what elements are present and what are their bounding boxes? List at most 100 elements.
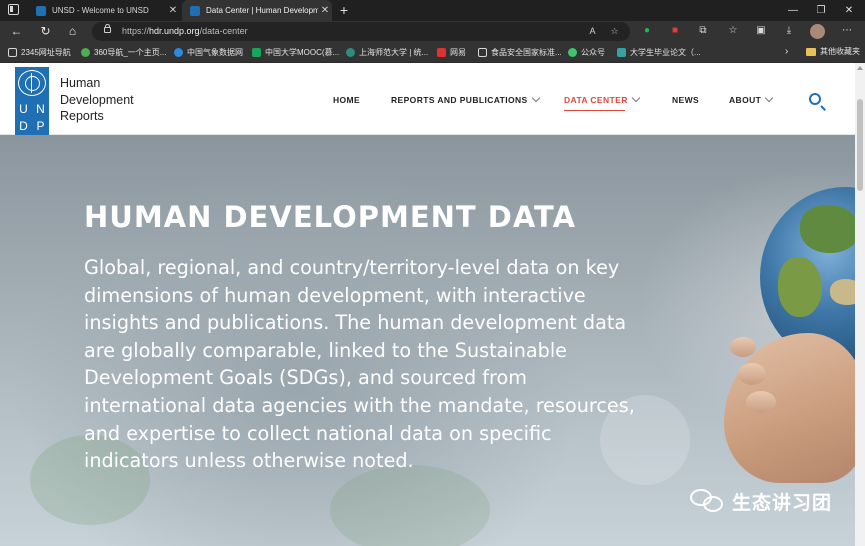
active-underline — [564, 109, 625, 111]
close-tab-icon[interactable]: ✕ — [318, 5, 332, 16]
tab-actions-icon[interactable] — [8, 4, 19, 15]
continent-shape — [778, 257, 822, 317]
chevron-down-icon — [531, 93, 540, 103]
page-icon — [478, 48, 487, 57]
continent-shape — [830, 279, 855, 305]
scroll-up-icon[interactable] — [857, 66, 863, 70]
address-bar[interactable]: https://hdr.undp.org/data-center A ☆ — [92, 22, 630, 41]
bookmark-label: 网易 — [450, 48, 466, 57]
other-bookmarks-folder[interactable]: 其他收藏夹 — [806, 46, 860, 57]
read-aloud-icon[interactable]: A — [586, 25, 599, 38]
bookmark-label: 公众号 — [581, 48, 605, 57]
scroll-thumb[interactable] — [857, 99, 863, 191]
brand-line: Reports — [60, 109, 104, 123]
url-path: /data-center — [199, 26, 248, 36]
add-favorite-icon[interactable]: ☆ — [608, 25, 621, 38]
nav-home[interactable]: HOME — [333, 95, 360, 105]
brand-line: Development — [60, 92, 134, 107]
downloads-icon[interactable]: ⤓ — [782, 24, 796, 38]
bookmark-item[interactable]: 中国气象数据网 — [174, 46, 243, 59]
bookmark-item[interactable]: 大学生毕业论文（... — [617, 46, 701, 59]
unsd-favicon-icon — [36, 5, 46, 16]
bookmark-label: 大学生毕业论文（... — [630, 48, 701, 57]
tab-title: Data Center | Human Developme — [206, 6, 318, 15]
browser-toolbar: ← ↻ ⌂ https://hdr.undp.org/data-center A… — [0, 21, 865, 42]
undp-favicon-icon — [190, 5, 200, 16]
refresh-icon[interactable]: ↻ — [37, 23, 54, 40]
bookmark-icon — [437, 48, 446, 57]
nav-label: REPORTS AND PUBLICATIONS — [391, 95, 528, 105]
home-icon[interactable]: ⌂ — [64, 23, 81, 40]
folder-icon — [806, 47, 816, 56]
url-host: hdr.undp.org — [149, 26, 200, 36]
bookmark-item[interactable]: 公众号 — [568, 46, 605, 59]
back-icon[interactable]: ← — [8, 23, 25, 40]
pdf-extension-icon[interactable]: ■ — [668, 24, 682, 38]
nav-label: DATA CENTER — [564, 95, 628, 105]
tab-data-center[interactable]: Data Center | Human Developme ✕ — [182, 0, 332, 21]
tab-title: UNSD - Welcome to UNSD — [52, 6, 149, 15]
bookmark-icon — [174, 48, 183, 57]
nav-news[interactable]: NEWS — [672, 95, 699, 105]
restore-icon[interactable]: ❐ — [806, 0, 836, 21]
minimize-icon[interactable]: — — [778, 0, 808, 21]
nav-about[interactable]: ABOUT — [729, 93, 774, 105]
bookmark-label: 上海师范大学 | 统... — [359, 48, 429, 57]
url-text: https://hdr.undp.org/data-center — [122, 26, 248, 36]
bookmark-item[interactable]: 2345网址导航 — [8, 46, 71, 59]
bookmark-item[interactable]: 网易 — [437, 46, 466, 59]
un-emblem-icon — [18, 70, 46, 96]
more-menu-icon[interactable]: ⋯ — [840, 24, 854, 38]
background-blur — [330, 465, 490, 546]
logo-letters: U N D P — [15, 101, 49, 135]
bookmark-label: 食品安全国家标准... — [491, 48, 562, 57]
nav-reports-and-publications[interactable]: REPORTS AND PUBLICATIONS — [391, 93, 540, 105]
bookmark-label: 2345网址导航 — [21, 48, 71, 57]
close-tab-icon[interactable]: ✕ — [166, 5, 180, 16]
bookmarks-overflow-chevron-icon[interactable]: › — [785, 46, 788, 57]
bookmarks-bar: 2345网址导航 360导航_一个主页... 中国气象数据网 中国大学MOOC(… — [0, 42, 865, 63]
page-scrollbar[interactable] — [855, 63, 865, 546]
bookmark-icon — [346, 48, 355, 57]
extensions-icon[interactable]: ⧉ — [696, 24, 710, 38]
brand-line: Human — [60, 76, 101, 90]
bookmark-item[interactable]: 360导航_一个主页... — [81, 46, 166, 59]
bookmark-item[interactable]: 中国大学MOOC(慕... — [252, 46, 339, 59]
nav-data-center[interactable]: DATA CENTER — [564, 93, 640, 111]
other-bookmarks-label: 其他收藏夹 — [820, 47, 860, 56]
bookmark-icon — [252, 48, 261, 57]
logo-letter: N — [36, 102, 45, 116]
finger-shape — [730, 337, 756, 357]
hero-description: Global, regional, and country/territory-… — [84, 256, 635, 473]
logo-letter: U — [19, 102, 28, 116]
profile-avatar[interactable] — [810, 24, 825, 39]
bookmark-label: 中国气象数据网 — [187, 48, 243, 57]
close-window-icon[interactable]: ✕ — [834, 0, 864, 21]
logo-letter: D — [19, 119, 28, 133]
bookmark-label: 360导航_一个主页... — [94, 48, 167, 57]
bookmark-item[interactable]: 上海师范大学 | 统... — [346, 46, 428, 59]
finger-shape — [738, 363, 766, 385]
logo-letter: P — [36, 119, 45, 133]
hand-image — [724, 333, 855, 483]
wechat-watermark: 生态讲习团 — [690, 487, 832, 515]
bookmark-icon — [81, 48, 90, 57]
collections-icon[interactable]: ▣ — [754, 24, 768, 38]
new-tab-button[interactable]: + — [336, 2, 352, 18]
bookmark-label: 中国大学MOOC(慕... — [265, 48, 340, 57]
watermark-text: 生态讲习团 — [732, 491, 833, 514]
bookmark-icon — [568, 48, 577, 57]
favorites-icon[interactable]: ☆ — [726, 24, 740, 38]
bookmark-item[interactable]: 食品安全国家标准... — [478, 46, 562, 59]
undp-logo[interactable]: U N D P — [15, 67, 49, 135]
grammarly-extension-icon[interactable]: ● — [640, 24, 654, 38]
tab-unsd[interactable]: UNSD - Welcome to UNSD ✕ — [28, 0, 180, 21]
finger-shape — [746, 391, 776, 413]
hero-banner: HUMAN DEVELOPMENT DATA Global, regional,… — [0, 135, 855, 546]
url-scheme: https:// — [122, 26, 150, 36]
nav-label: NEWS — [672, 95, 700, 105]
site-brand[interactable]: Human Development Reports — [60, 75, 134, 125]
page-title: HUMAN DEVELOPMENT DATA — [84, 200, 577, 234]
lock-icon[interactable] — [104, 24, 111, 33]
search-icon[interactable] — [809, 93, 821, 105]
